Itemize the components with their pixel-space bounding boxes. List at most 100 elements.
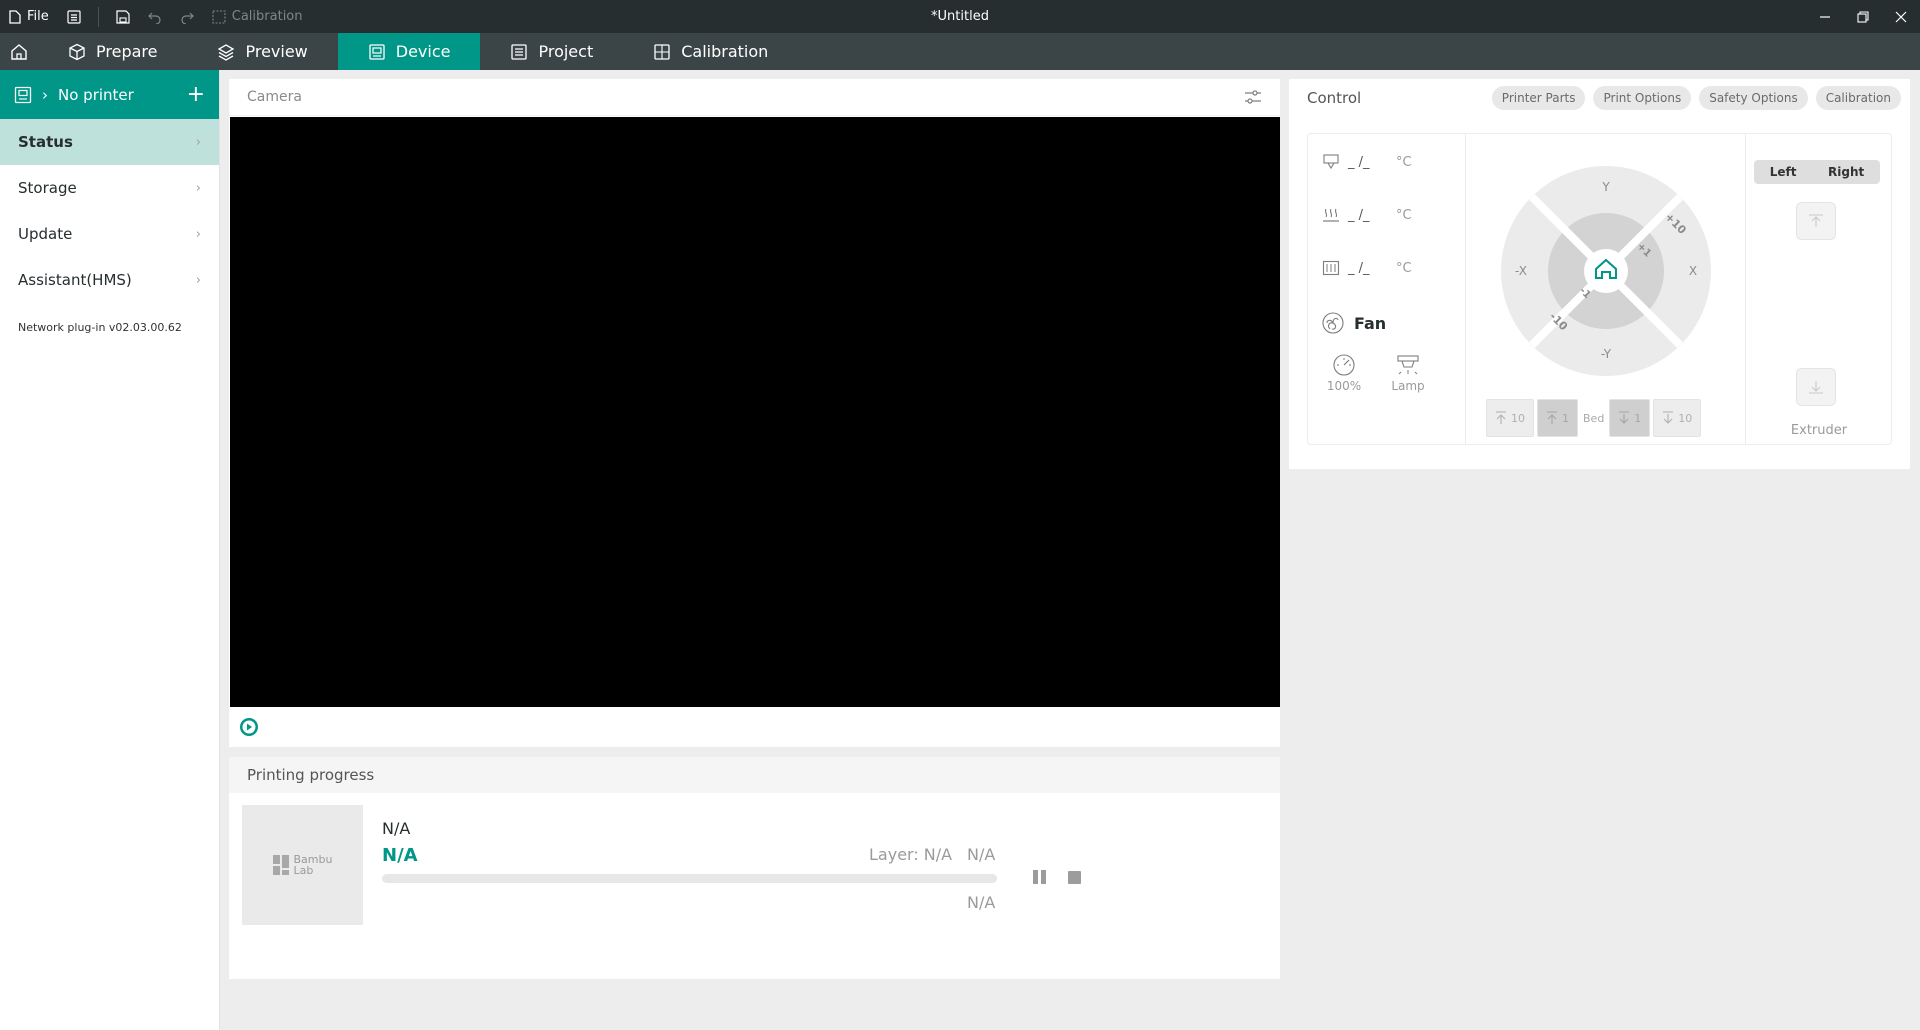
sidebar-item-status[interactable]: Status › — [0, 119, 219, 165]
progress-title: Printing progress — [229, 757, 1280, 793]
tab-preview-label: Preview — [245, 42, 308, 61]
extrude-up-button[interactable] — [1796, 202, 1836, 240]
extruder-column: Left Right Extruder — [1746, 134, 1892, 444]
sidebar-item-label: Assistant(HMS) — [18, 271, 132, 289]
project-icon — [511, 43, 528, 60]
printer-selector[interactable]: › No printer + — [0, 70, 219, 119]
bed-down-1-button[interactable]: 1 — [1609, 399, 1651, 437]
nozzle-temp-row[interactable]: _ /_ °C — [1322, 154, 1412, 170]
redo-button[interactable] — [171, 0, 203, 33]
print-thumbnail: Bambu Lab — [242, 805, 363, 925]
chevron-right-icon: › — [195, 272, 201, 288]
heatbed-icon — [1323, 208, 1339, 222]
brand-line: Lab — [293, 864, 314, 877]
jog-y-minus[interactable]: -Y — [1601, 347, 1612, 361]
chevron-right-icon: › — [42, 85, 48, 104]
tab-safety-options[interactable]: Safety Options — [1699, 86, 1808, 110]
undo-button[interactable] — [139, 0, 171, 33]
calibration-shortcut-label: Calibration — [231, 9, 303, 24]
file-menu[interactable]: File — [0, 0, 58, 33]
minimize-button[interactable] — [1806, 0, 1844, 33]
chevron-right-icon: › — [195, 134, 201, 150]
bed-temp-row[interactable]: _ /_ °C — [1322, 207, 1412, 223]
sidebar-item-assistant[interactable]: Assistant(HMS) › — [0, 257, 219, 303]
home-icon — [11, 43, 27, 60]
close-button[interactable] — [1882, 0, 1920, 33]
tab-device[interactable]: Device — [337, 33, 481, 70]
retract-icon — [1809, 214, 1823, 227]
tab-calibration[interactable]: Calibration — [623, 33, 798, 70]
extruder-right-option[interactable]: Right — [1828, 165, 1864, 179]
extrude-down-button[interactable] — [1796, 368, 1836, 406]
bed-temp-value: _ /_ — [1348, 207, 1370, 223]
extrude-icon — [1809, 381, 1823, 394]
pause-icon-bar — [1041, 870, 1046, 884]
main-nav: Prepare Preview Device Project Calibrati… — [0, 33, 1920, 70]
jog-y-plus[interactable]: Y — [1601, 180, 1610, 194]
bed-down-1-label: 1 — [1634, 411, 1642, 425]
arrow-down-icon — [1663, 411, 1674, 424]
chevron-right-icon: › — [195, 180, 201, 196]
arrow-up-icon — [1547, 411, 1557, 424]
cube-icon — [69, 43, 85, 60]
pause-icon-bar — [1033, 870, 1038, 884]
sidebar-item-label: Update — [18, 225, 73, 243]
control-body: _ /_ °C _ /_ °C _ /_ °C Fan 100% Lamp Y … — [1307, 133, 1892, 445]
brand-text: Bambu Lab — [294, 854, 333, 876]
device-sidebar: › No printer + Status › Storage › Update… — [0, 70, 220, 1030]
tab-preview[interactable]: Preview — [187, 33, 337, 70]
bed-up-1-button[interactable]: 1 — [1537, 399, 1578, 437]
tab-prepare[interactable]: Prepare — [38, 33, 187, 70]
sidebar-item-storage[interactable]: Storage › — [0, 165, 219, 211]
tab-print-options[interactable]: Print Options — [1593, 86, 1692, 110]
bed-temp-unit: °C — [1396, 207, 1412, 223]
camera-settings-icon[interactable] — [1244, 89, 1262, 105]
tab-device-label: Device — [395, 42, 451, 61]
window-controls — [1806, 0, 1920, 33]
task-status: N/A — [382, 845, 418, 866]
chamber-temp-row[interactable]: _ /_ °C — [1322, 260, 1412, 276]
xy-jog-pad[interactable]: Y -Y X -X +10 +1 -1 -10 — [1499, 164, 1713, 378]
control-panel: Control Printer Parts Print Options Safe… — [1289, 79, 1910, 469]
jog-x-plus[interactable]: X — [1689, 264, 1697, 278]
jog-x-minus[interactable]: -X — [1515, 264, 1527, 278]
printer-icon — [14, 86, 32, 103]
bed-down-10-button[interactable]: 10 — [1653, 399, 1702, 437]
tab-printer-parts[interactable]: Printer Parts — [1491, 86, 1586, 110]
chevron-right-icon: › — [195, 226, 201, 242]
axis-jog-column: Y -Y X -X +10 +1 -1 -10 10 1 Bed 1 10 — [1466, 134, 1746, 444]
calibration-icon — [212, 9, 226, 24]
camera-header: Camera — [229, 79, 1280, 116]
temperature-column: _ /_ °C _ /_ °C _ /_ °C Fan 100% Lamp — [1308, 134, 1466, 444]
camera-view[interactable] — [230, 117, 1280, 707]
extruder-left-option[interactable]: Left — [1770, 165, 1797, 179]
print-speed-button[interactable]: 100% — [1324, 354, 1364, 393]
calibration-shortcut[interactable]: Calibration — [203, 0, 312, 33]
stop-button[interactable] — [1068, 871, 1081, 884]
tab-project-label: Project — [538, 42, 594, 61]
plugin-version: Network plug-in v02.03.00.62 — [18, 321, 182, 334]
chamber-temp-unit: °C — [1396, 260, 1412, 276]
pause-button[interactable] — [1033, 870, 1047, 884]
save-button[interactable] — [107, 0, 139, 33]
play-icon[interactable] — [239, 717, 259, 737]
tab-calibration[interactable]: Calibration — [1815, 86, 1901, 110]
lamp-label: Lamp — [1391, 379, 1425, 393]
home-button[interactable] — [0, 33, 38, 70]
bed-up-10-label: 10 — [1511, 411, 1525, 425]
add-printer-button[interactable]: + — [187, 83, 205, 105]
layer-info: Layer: N/A — [869, 845, 953, 864]
close-icon — [1895, 11, 1907, 22]
fan-control[interactable]: Fan — [1322, 312, 1386, 334]
restore-button[interactable] — [1844, 0, 1882, 33]
extruder-side-toggle[interactable]: Left Right — [1754, 160, 1880, 184]
lamp-button[interactable]: Lamp — [1388, 354, 1428, 393]
tab-project[interactable]: Project — [480, 33, 623, 70]
undo-icon — [147, 12, 161, 24]
control-title: Control — [1307, 89, 1362, 107]
menu-button[interactable] — [58, 0, 90, 33]
sidebar-item-update[interactable]: Update › — [0, 211, 219, 257]
titlebar-divider — [97, 6, 99, 27]
nozzle-temp-value: _ /_ — [1348, 154, 1370, 170]
bed-up-10-button[interactable]: 10 — [1486, 399, 1534, 437]
